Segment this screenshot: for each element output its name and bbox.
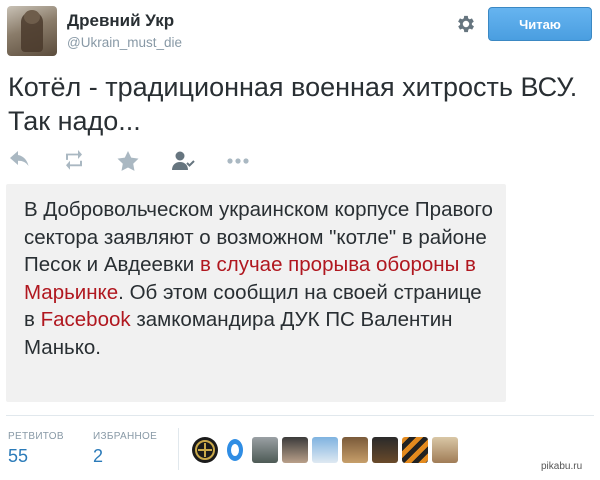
quoted-text: В Добровольческом украинском корпусе Пра… [24,196,494,361]
profile-avatar[interactable] [7,6,57,56]
follow-user-icon[interactable] [171,150,195,172]
favoriter-avatar[interactable] [192,437,218,463]
quoted-text-facebook-link: Facebook [40,308,131,331]
avatar-head [24,10,40,24]
favoriter-avatar[interactable] [312,437,338,463]
favoriter-avatar[interactable] [282,437,308,463]
favorite-icon[interactable] [116,150,140,172]
profile-name[interactable]: Древний Укр [67,11,174,31]
favoriter-avatar[interactable] [342,437,368,463]
watermark: pikabu.ru [541,461,583,472]
retweets-label: РЕТВИТОВ [8,431,64,442]
stats-divider [6,415,594,416]
more-icon[interactable] [226,150,250,172]
favoriter-avatar[interactable] [432,437,458,463]
favorites-stat[interactable]: ИЗБРАННОЕ 2 [93,431,157,467]
gear-icon[interactable] [455,13,477,35]
quoted-image-card: В Добровольческом украинском корпусе Пра… [6,184,506,402]
favoriter-avatar[interactable] [252,437,278,463]
favoriter-avatar[interactable] [222,437,248,463]
tweet-text: Котёл - традиционная военная хитрость ВС… [8,72,578,136]
favorites-label: ИЗБРАННОЕ [93,431,158,442]
reply-icon[interactable] [8,150,32,172]
retweets-count: 55 [8,446,29,466]
profile-handle[interactable]: @Ukrain_must_die [67,35,182,50]
following-button[interactable]: Читаю [488,7,592,41]
retweets-stat[interactable]: РЕТВИТОВ 55 [8,431,64,467]
favorites-count: 2 [93,446,104,466]
favoriter-avatar[interactable] [372,437,398,463]
retweet-icon[interactable] [63,150,87,172]
favoriter-avatar[interactable] [402,437,428,463]
stats-separator [178,428,179,470]
